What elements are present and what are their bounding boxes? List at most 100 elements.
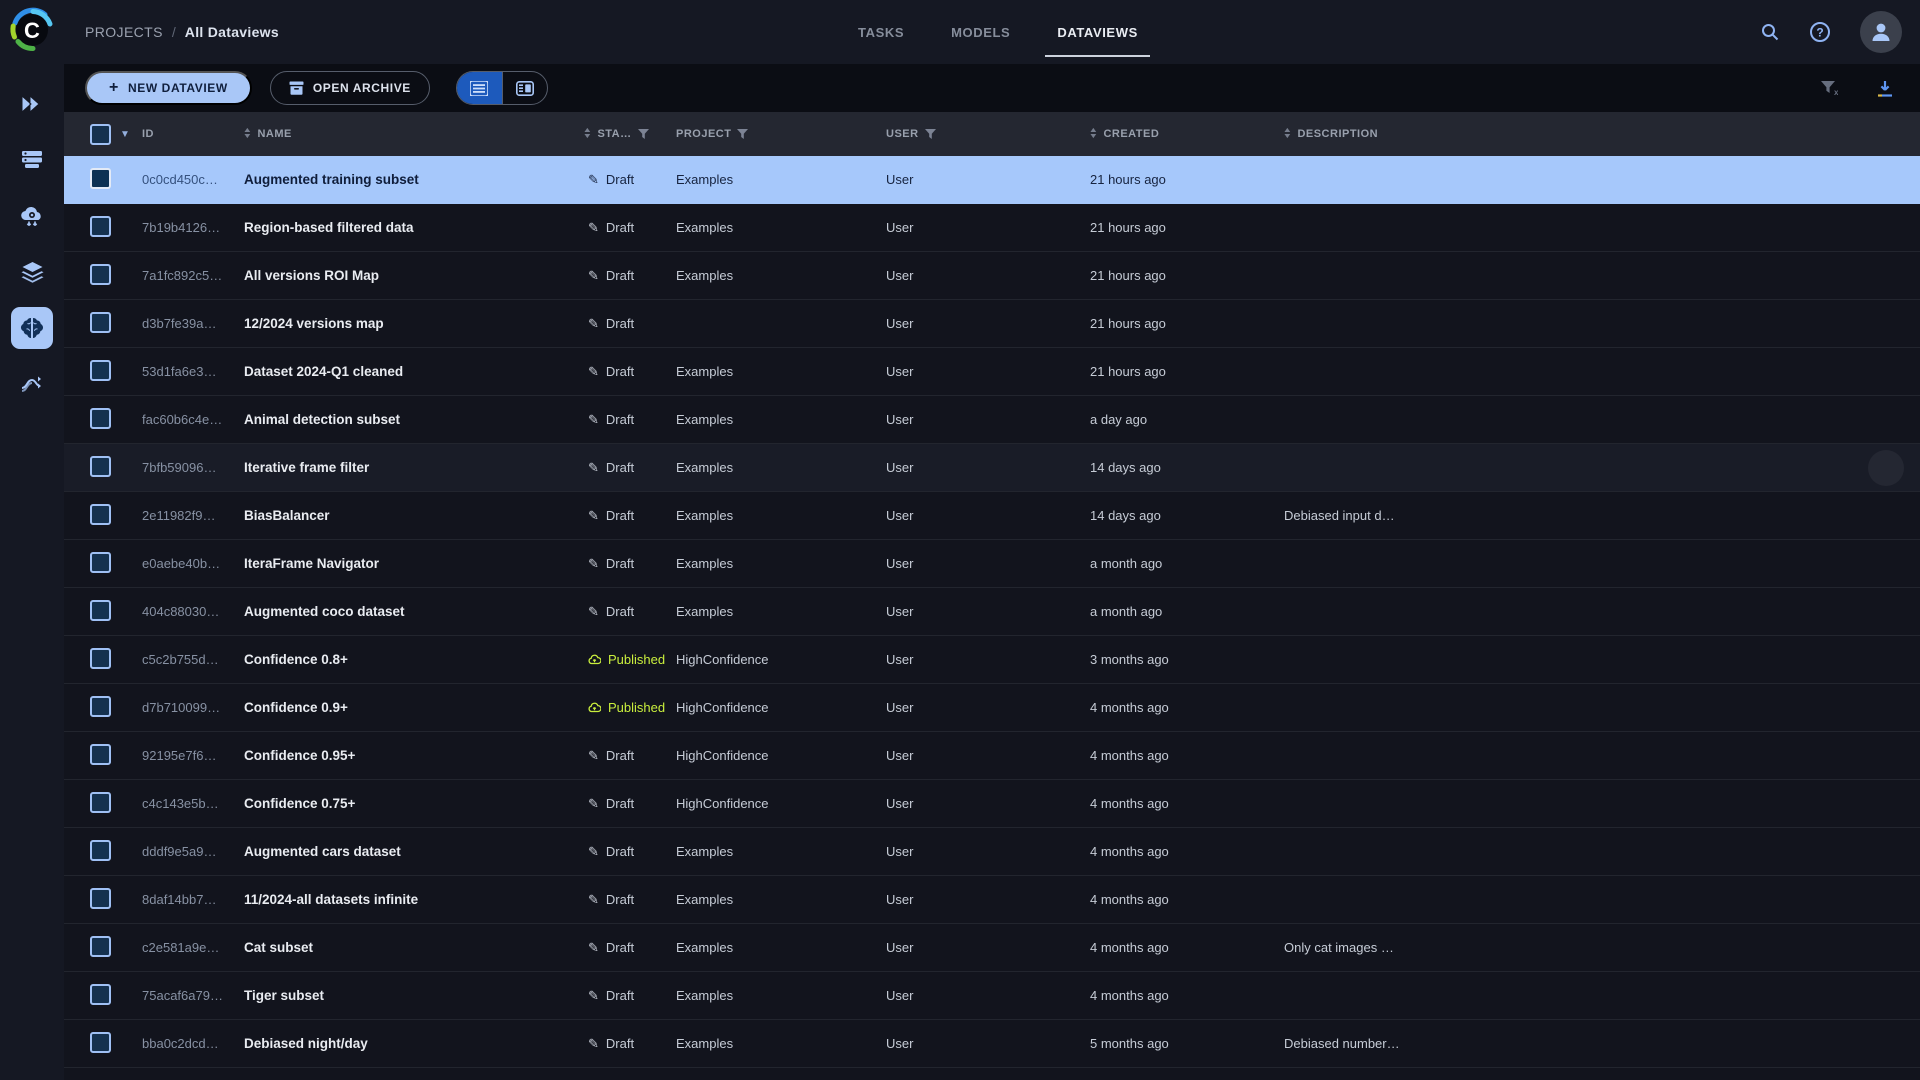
download-icon[interactable] — [1876, 80, 1894, 97]
table-row[interactable]: c4c143e5b… Confidence 0.75+ ✎ Draft High… — [64, 780, 1920, 828]
pipelines-icon — [21, 376, 41, 392]
column-header-description[interactable]: ▲▼ DESCRIPTION — [1284, 128, 1920, 140]
sort-icon: ▲▼ — [1284, 128, 1292, 140]
tab-models[interactable]: MODELS — [951, 0, 1010, 64]
table-row[interactable]: 7b19b4126… Region-based filtered data ✎ … — [64, 204, 1920, 252]
row-checkbox[interactable] — [90, 455, 111, 477]
tab-tasks[interactable]: TASKS — [858, 0, 904, 64]
row-created: a month ago — [1090, 604, 1163, 619]
row-checkbox[interactable] — [90, 263, 111, 285]
table-view-icon — [470, 80, 489, 96]
help-icon[interactable]: ? — [1809, 21, 1831, 43]
row-checkbox[interactable] — [90, 1031, 111, 1053]
published-icon — [588, 654, 601, 665]
new-dataview-button[interactable]: + NEW DATAVIEW — [85, 71, 252, 105]
row-project: HighConfidence — [676, 796, 769, 811]
column-header-name[interactable]: ▲▼ NAME — [244, 128, 584, 140]
table-row[interactable]: 7a1fc892c5… All versions ROI Map ✎ Draft… — [64, 252, 1920, 300]
row-status: ✎ Draft — [584, 748, 676, 763]
table-row[interactable]: fac60b6c4e… Animal detection subset ✎ Dr… — [64, 396, 1920, 444]
table-view-button[interactable] — [456, 72, 502, 104]
row-checkbox[interactable] — [90, 167, 111, 189]
split-view-button[interactable] — [501, 72, 547, 104]
row-id: d7b710099… — [142, 700, 221, 715]
table-row[interactable]: c2e581a9e… Cat subset ✎ Draft Examples U… — [64, 924, 1920, 972]
row-user: User — [886, 892, 914, 907]
main-content: + NEW DATAVIEW OPEN ARCHIVE x ▼ ID NAME … — [64, 64, 1920, 1080]
column-header-user[interactable]: USER — [886, 128, 1090, 140]
table-row[interactable]: dddf9e5a9… Augmented cars dataset ✎ Draf… — [64, 828, 1920, 876]
sidebar-item-applications[interactable] — [16, 200, 48, 232]
row-name: Animal detection subset — [244, 412, 401, 427]
row-checkbox[interactable] — [90, 215, 111, 237]
column-header-project[interactable]: PROJECT — [676, 128, 886, 140]
workers-queues-icon — [22, 151, 42, 168]
row-created: 21 hours ago — [1090, 172, 1166, 187]
row-name: Augmented coco dataset — [244, 604, 405, 619]
table-row[interactable]: 75acaf6a79… Tiger subset ✎ Draft Example… — [64, 972, 1920, 1020]
table-row[interactable]: bba0c2dcd… Debiased night/day ✎ Draft Ex… — [64, 1020, 1920, 1068]
clearml-logo[interactable]: C — [9, 7, 55, 53]
table-row[interactable]: d7b710099… Confidence 0.9+ ✎ Published H… — [64, 684, 1920, 732]
select-dropdown-caret-icon[interactable]: ▼ — [120, 129, 130, 140]
row-checkbox[interactable] — [90, 599, 111, 621]
row-checkbox[interactable] — [90, 743, 111, 765]
row-checkbox[interactable] — [90, 551, 111, 573]
row-user: User — [886, 364, 914, 379]
row-name: Dataset 2024-Q1 cleaned — [244, 364, 404, 379]
table-row[interactable]: 2e11982f9… BiasBalancer ✎ Draft Examples… — [64, 492, 1920, 540]
table-row[interactable]: 8daf14bb7… 11/2024-all datasets infinite… — [64, 876, 1920, 924]
row-status-label: Draft — [605, 604, 635, 619]
row-id: c5c2b755d… — [142, 652, 219, 667]
row-checkbox[interactable] — [90, 695, 111, 717]
select-all-checkbox[interactable] — [90, 123, 111, 145]
table-row[interactable]: d3b7fe39a… 12/2024 versions map ✎ Draft … — [64, 300, 1920, 348]
row-checkbox[interactable] — [90, 407, 111, 429]
sidebar-item-hyper-datasets[interactable] — [16, 256, 48, 288]
draft-pencil-icon: ✎ — [588, 220, 599, 235]
table-row[interactable]: c5c2b755d… Confidence 0.8+ ✎ Published H… — [64, 636, 1920, 684]
table-row[interactable]: 92195e7f6… Confidence 0.95+ ✎ Draft High… — [64, 732, 1920, 780]
filter-icon — [924, 128, 936, 140]
row-status-label: Draft — [605, 844, 635, 859]
table-row[interactable]: 7bfb59096… Iterative frame filter ✎ Draf… — [64, 444, 1920, 492]
row-checkbox[interactable] — [90, 839, 111, 861]
row-checkbox[interactable] — [90, 935, 111, 957]
draft-pencil-icon: ✎ — [588, 940, 599, 955]
column-header-status[interactable]: ▲▼ STA… — [584, 128, 676, 140]
table-row[interactable]: 0c0cd450c… Augmented training subset ✎ D… — [64, 156, 1920, 204]
table-row[interactable]: 404c88030… Augmented coco dataset ✎ Draf… — [64, 588, 1920, 636]
row-project: Examples — [676, 940, 734, 955]
row-checkbox[interactable] — [90, 791, 111, 813]
sidebar-item-workers-queues[interactable] — [16, 144, 48, 176]
column-header-created[interactable]: ▲▼ CREATED — [1090, 128, 1284, 140]
sidebar-item-projects[interactable] — [16, 88, 48, 120]
svg-text:?: ? — [1816, 26, 1823, 40]
column-header-id[interactable]: ID — [142, 128, 244, 140]
row-checkbox[interactable] — [90, 647, 111, 669]
table-row[interactable]: e0aebe40b… IteraFrame Navigator ✎ Draft … — [64, 540, 1920, 588]
row-checkbox[interactable] — [90, 503, 111, 525]
search-icon[interactable] — [1760, 22, 1780, 42]
sidebar-item-dataviews[interactable] — [11, 307, 53, 349]
row-name: IteraFrame Navigator — [244, 556, 380, 571]
profile-avatar[interactable] — [1860, 11, 1902, 53]
row-checkbox[interactable] — [90, 887, 111, 909]
row-project: Examples — [676, 364, 734, 379]
row-id: 7bfb59096… — [142, 460, 217, 475]
sidebar-item-pipelines[interactable] — [16, 368, 48, 400]
row-checkbox[interactable] — [90, 359, 111, 381]
row-status: ✎ Draft — [584, 1036, 676, 1051]
row-checkbox[interactable] — [90, 311, 111, 333]
tab-dataviews[interactable]: DATAVIEWS — [1045, 0, 1150, 64]
sort-icon: ▲▼ — [244, 128, 252, 140]
clear-filters-icon[interactable]: x — [1820, 80, 1838, 96]
open-archive-button[interactable]: OPEN ARCHIVE — [269, 71, 430, 105]
table-row[interactable]: 53d1fa6e3… Dataset 2024-Q1 cleaned ✎ Dra… — [64, 348, 1920, 396]
datasets-layers-icon — [21, 261, 43, 283]
row-name: Region-based filtered data — [244, 220, 414, 235]
draft-pencil-icon: ✎ — [588, 412, 599, 427]
breadcrumb-projects[interactable]: PROJECTS — [85, 24, 163, 40]
row-checkbox[interactable] — [90, 983, 111, 1005]
row-status: ✎ Draft — [584, 268, 676, 283]
